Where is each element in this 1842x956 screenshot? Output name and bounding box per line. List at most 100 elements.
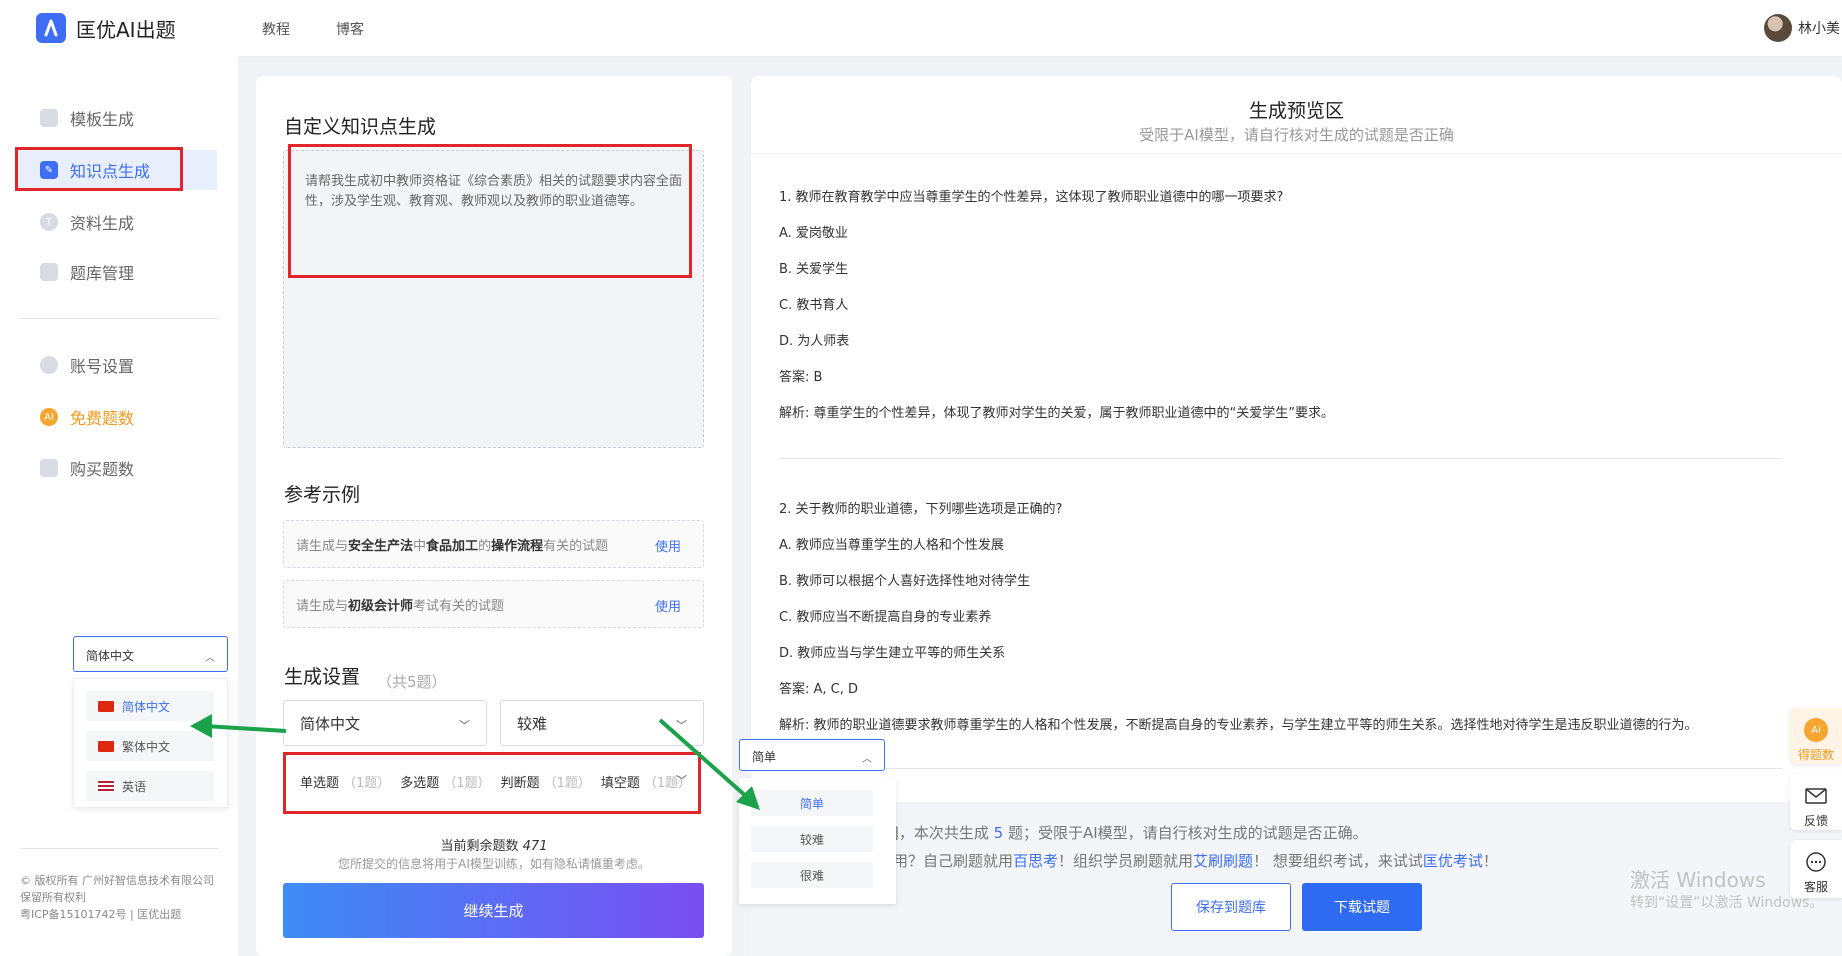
- sidebar-item-question-bank[interactable]: 题库管理: [40, 252, 220, 292]
- footer: © 版权所有 广州好智信息技术有限公司 保留所有权利 粤ICP备15101742…: [20, 872, 220, 923]
- chat-icon: [1804, 850, 1828, 874]
- float-label: 得题数: [1797, 748, 1834, 762]
- q2-option-b: B. 教师可以根据个人喜好选择性地对待学生: [779, 574, 1031, 589]
- chevron-up-icon: ︿: [862, 754, 872, 765]
- language-option-english[interactable]: 英语: [86, 771, 214, 801]
- language-select-expanded[interactable]: 简体中文 ︿: [73, 636, 228, 672]
- material-icon: T: [40, 213, 58, 231]
- example-text: 考试有关的试题: [413, 598, 505, 614]
- sidebar-item-label: 题库管理: [70, 264, 135, 283]
- knowledge-title: 自定义知识点生成: [284, 116, 437, 138]
- sidebar-item-purchase[interactable]: 购买题数: [40, 448, 220, 488]
- sidebar-item-label: 模板生成: [70, 110, 135, 129]
- avatar[interactable]: [1764, 14, 1792, 42]
- promo-link[interactable]: 艾刷刷题: [1193, 852, 1253, 870]
- difficulty-select[interactable]: 较难 ﹀: [500, 700, 704, 746]
- promo-link[interactable]: 匡优考试: [1423, 852, 1483, 870]
- float-service[interactable]: 客服: [1790, 840, 1842, 898]
- us-flag-icon: [98, 780, 114, 792]
- examples-title: 参考示例: [284, 484, 361, 506]
- rights: 保留所有权利: [20, 891, 86, 904]
- notice-text: ]，本次共生成: [893, 824, 989, 842]
- remaining-label: 当前剩余题数: [440, 839, 519, 854]
- footer-divider: [20, 848, 218, 849]
- difficulty-option-hard[interactable]: 较难: [751, 826, 873, 852]
- q1-option-c: C. 教书育人: [779, 298, 849, 313]
- privacy-note: 您所提交的信息将用于AI模型训练，如有隐私请慎重考虑。: [338, 857, 650, 871]
- preview-divider: [751, 153, 1842, 154]
- sidebar: [0, 56, 238, 956]
- example-text: 中: [413, 538, 427, 554]
- float-free-quota[interactable]: Ai 得题数: [1790, 708, 1842, 764]
- sidebar-item-material[interactable]: T 资料生成: [40, 202, 220, 242]
- difficulty-option-easy[interactable]: 简单: [751, 790, 873, 816]
- sidebar-item-label: 购买题数: [70, 460, 135, 479]
- highlight-box: [283, 752, 701, 814]
- question-1: 1. 教师在教育教学中应当尊重学生的个性差异，这体现了教师职业道德中的哪一项要求…: [779, 190, 1284, 205]
- settings-count: （共5题）: [377, 673, 447, 691]
- language-select[interactable]: 简体中文 ﹀: [283, 700, 487, 746]
- option-label: 英语: [122, 779, 147, 794]
- language-option-simplified[interactable]: 简体中文: [86, 691, 214, 721]
- remaining-value: 471: [522, 839, 548, 854]
- q2-analysis: 解析: 教师的职业道德要求教师尊重学生的人格和个性发展，不断提高自身的专业素养，…: [779, 718, 1698, 733]
- promo-text: 用？自己刷题就用: [893, 852, 1014, 870]
- mail-icon: [1804, 784, 1828, 808]
- chevron-down-icon: ﹀: [676, 719, 687, 732]
- question-bank-icon: [40, 263, 58, 281]
- hongkong-flag-icon: [98, 740, 114, 752]
- sidebar-item-account[interactable]: 账号设置: [40, 345, 220, 385]
- use-example-button[interactable]: 使用: [655, 536, 681, 555]
- promo-link[interactable]: 百思考: [1013, 852, 1058, 870]
- settings-title: 生成设置: [284, 666, 361, 688]
- generated-count: 5: [993, 824, 1004, 842]
- language-option-traditional[interactable]: 繁体中文: [86, 731, 214, 761]
- promo-text: ！: [1482, 852, 1498, 870]
- q1-answer: 答案: B: [779, 370, 823, 385]
- notice-text: 题；受限于AI模型，请自行核对生成的试题是否正确。: [1007, 824, 1368, 842]
- nav-blog[interactable]: 博客: [336, 19, 364, 39]
- language-select-value: 简体中文: [300, 714, 361, 733]
- use-example-button[interactable]: 使用: [655, 596, 681, 615]
- user-name[interactable]: 林小美: [1798, 18, 1840, 38]
- difficulty-select-expanded[interactable]: 简单 ︿: [739, 739, 885, 771]
- example-text: 的: [478, 538, 492, 554]
- difficulty-option-very-hard[interactable]: 很难: [751, 862, 873, 888]
- difficulty-select-value: 较难: [517, 714, 548, 733]
- product-promo: 用？自己刷题就用百思考！组织学员刷题就用艾刷刷题！ 想要组织考试，来试试匡优考试…: [893, 850, 1498, 871]
- template-icon: [40, 109, 58, 127]
- sidebar-item-label: 账号设置: [70, 357, 135, 376]
- question-2: 2. 关于教师的职业道德，下列哪些选项是正确的?: [779, 502, 1063, 517]
- sidebar-item-free-quota[interactable]: AI 免费题数: [40, 397, 220, 437]
- free-quota-icon: AI: [40, 408, 58, 426]
- example-keyword: 初级会计师: [348, 598, 414, 614]
- example-keyword: 食品加工: [426, 538, 479, 554]
- save-to-bank-button[interactable]: 保存到题库: [1171, 883, 1291, 931]
- chevron-down-icon: ﹀: [459, 719, 470, 732]
- question-divider: [779, 458, 1782, 459]
- language-menu: 简体中文 繁体中文 英语: [73, 678, 228, 808]
- float-feedback[interactable]: 反馈: [1790, 774, 1842, 830]
- continue-generate-button[interactable]: 继续生成: [283, 883, 704, 938]
- q2-option-d: D. 教师应当与学生建立平等的师生关系: [779, 646, 1006, 661]
- user-icon: [40, 356, 58, 374]
- example-item: 请生成与 安全生产法中食品加工的操作流程 有关的试题 使用: [283, 520, 704, 568]
- sidebar-item-template[interactable]: 模板生成: [40, 98, 220, 138]
- sidebar-item-label: 资料生成: [70, 214, 135, 233]
- float-label: 反馈: [1803, 814, 1828, 828]
- example-text: 请生成与: [296, 538, 349, 554]
- q1-option-a: A. 爱岗敬业: [779, 226, 848, 241]
- logo-icon: [36, 13, 66, 43]
- app-name[interactable]: 匡优AI出题: [76, 14, 176, 43]
- download-button[interactable]: 下载试题: [1302, 883, 1422, 931]
- difficulty-select-value: 简单: [752, 750, 777, 764]
- generation-notice: ]，本次共生成 5 题；受限于AI模型，请自行核对生成的试题是否正确。: [893, 822, 1368, 843]
- purchase-icon: [40, 459, 58, 477]
- promo-text: ！组织学员刷题就用: [1058, 852, 1194, 870]
- example-keyword: 操作流程: [491, 538, 544, 554]
- preview-subtitle: 受限于AI模型，请自行核对生成的试题是否正确: [1139, 126, 1454, 144]
- preview-title: 生成预览区: [1248, 100, 1344, 122]
- sidebar-divider: [20, 318, 218, 319]
- nav-tutorial[interactable]: 教程: [262, 19, 290, 39]
- q1-option-b: B. 关爱学生: [779, 262, 849, 277]
